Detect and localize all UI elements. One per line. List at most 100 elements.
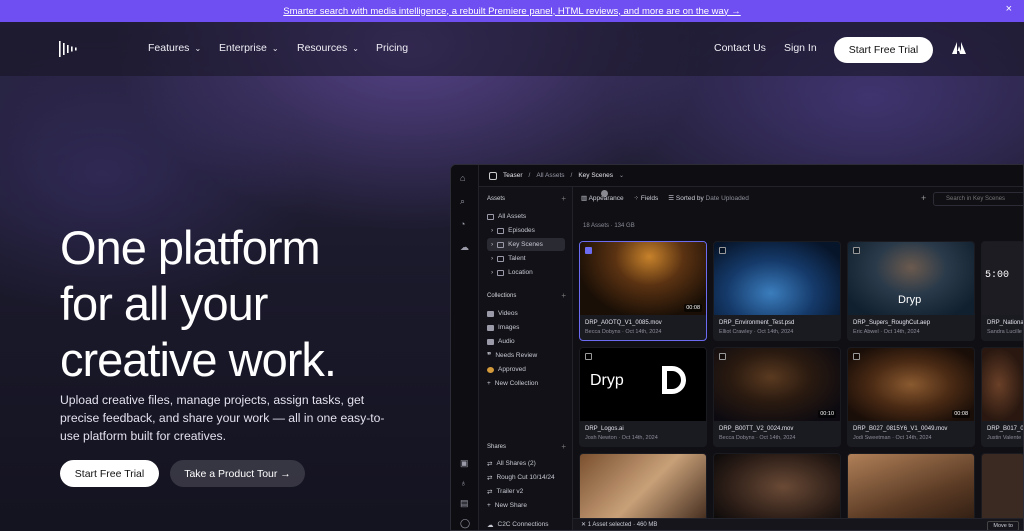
close-icon[interactable]: ✕ [581, 522, 586, 528]
d-logo-icon [662, 366, 686, 394]
sidebar-item-all-shares[interactable]: ⇄ All Shares (2) [487, 457, 536, 470]
avatar-icon[interactable]: ◯ [460, 518, 470, 528]
asset-card[interactable] [847, 453, 975, 523]
asset-card[interactable]: DRP_Environment_Test.psd Elliot Crawley … [713, 241, 841, 341]
asset-thumbnail [848, 454, 974, 522]
adobe-icon[interactable] [952, 41, 966, 55]
sidebar-item-new-share[interactable]: + New Share [487, 499, 527, 512]
inbox-icon[interactable]: ▤ [460, 498, 470, 508]
fields-button[interactable]: ⁘ Fields [634, 194, 659, 202]
chevron-down-icon: ⌄ [271, 44, 279, 53]
sidebar-item-audio[interactable]: Audio [487, 335, 515, 348]
plus-icon: + [487, 380, 491, 387]
sidebar-item-trailer[interactable]: ⇄ Trailer v2 [487, 485, 523, 498]
sidebar-item-approved[interactable]: Approved [487, 363, 526, 376]
asset-card[interactable] [713, 453, 841, 523]
add-icon[interactable]: + [921, 193, 926, 203]
chevron-down-icon[interactable]: ⌄ [619, 172, 624, 179]
sidebar-item-label: Rough Cut 10/14/24 [496, 474, 555, 481]
sidebar-item-location[interactable]: › Location [491, 266, 533, 279]
nav-features[interactable]: Features ⌄ [148, 42, 201, 54]
nav-enterprise[interactable]: Enterprise ⌄ [219, 42, 279, 54]
hero-title-line-3: creative work. [60, 333, 337, 386]
sidebar-item-episodes[interactable]: › Episodes [491, 224, 535, 237]
checkbox[interactable] [585, 353, 592, 360]
asset-meta: Becca Dobyns · Oct 14th, 2024 [585, 329, 662, 335]
search-icon[interactable]: ⌕ [460, 196, 470, 206]
asset-name: DRP_Supers_RoughCut.aep [853, 320, 931, 326]
sidebar-item-needs-review[interactable]: ❞ Needs Review [487, 349, 537, 362]
chevron-down-icon: ⌄ [194, 44, 202, 53]
start-trial-nav-button[interactable]: Start Free Trial [834, 37, 933, 63]
sort-prefix: Sorted by [675, 195, 704, 202]
project-icon [489, 171, 497, 180]
chevron-down-icon: ⌄ [352, 44, 359, 53]
sidebar-item-images[interactable]: Images [487, 321, 519, 334]
asset-card[interactable]: DRP_B017_081 Justin Valente [981, 347, 1023, 447]
asset-card[interactable] [981, 453, 1023, 523]
signin-link[interactable]: Sign In [784, 42, 817, 54]
breadcrumb-key-scenes[interactable]: Key Scenes [578, 172, 613, 179]
asset-card[interactable]: Dryp DRP_Supers_RoughCut.aep Eric Abwel … [847, 241, 975, 341]
sidebar-item-label: Trailer v2 [496, 488, 524, 495]
add-icon[interactable]: + [561, 194, 566, 203]
sidebar-item-videos[interactable]: Videos [487, 307, 518, 320]
asset-card[interactable]: 00:10 DRP_B00TT_V2_0024.mov Becca Dobyns… [713, 347, 841, 447]
breadcrumb-project[interactable]: Teaser [503, 172, 523, 179]
chat-icon[interactable]: ▣ [460, 458, 470, 468]
product-tour-button[interactable]: Take a Product Tour → [170, 460, 305, 487]
contact-link[interactable]: Contact Us [714, 42, 766, 54]
bulb-icon[interactable]: ♁ [460, 478, 470, 488]
sidebar-item-new-collection[interactable]: + New Collection [487, 377, 538, 390]
sidebar-item-rough-cut[interactable]: ⇄ Rough Cut 10/14/24 [487, 471, 555, 484]
search-input[interactable]: Search in Key Scenes [933, 192, 1023, 206]
sidebar-item-c2c[interactable]: ☁ C2C Connections [487, 518, 548, 530]
banner-text[interactable]: Smarter search with media intelligence, … [283, 6, 740, 17]
checkbox[interactable] [585, 247, 592, 254]
home-icon[interactable]: ⌂ [460, 173, 470, 183]
asset-card[interactable]: 5:00 DRP_National Sandra Lucille [981, 241, 1023, 341]
share-icon: ⇄ [487, 474, 493, 482]
folder-icon [497, 255, 505, 262]
close-icon[interactable]: × [1006, 3, 1012, 15]
asset-card[interactable]: 00:08 DRP_B027_0815Y6_V1_0049.mov Jodi S… [847, 347, 975, 447]
selection-bar: ✕ 1 Asset selected · 460 MB Move to [573, 518, 1023, 530]
sidebar-item-all-assets[interactable]: All Assets [487, 210, 526, 223]
duration-badge: 00:10 [818, 410, 836, 418]
checkbox[interactable] [719, 247, 726, 254]
breadcrumb-all-assets[interactable]: All Assets [536, 172, 564, 179]
nav-features-label: Features [148, 42, 190, 54]
brand-logo[interactable] [58, 38, 80, 60]
asset-meta: Eric Abwel · Oct 14th, 2024 [853, 329, 920, 335]
checkbox[interactable] [853, 247, 860, 254]
announcement-banner[interactable]: Smarter search with media intelligence, … [0, 0, 1024, 22]
nav-resources[interactable]: Resources ⌄ [297, 42, 359, 54]
checkbox[interactable] [853, 353, 860, 360]
asset-thumbnail: Dryp [848, 242, 974, 315]
checkbox[interactable] [719, 353, 726, 360]
sidebar-item-talent[interactable]: › Talent [491, 252, 526, 265]
logo-text: Dryp [898, 294, 922, 306]
cursor-indicator [601, 190, 608, 197]
folder-icon [497, 269, 505, 276]
sidebar-item-label: Approved [498, 366, 526, 373]
app-sidebar: Assets + All Assets › Episodes › Key Scene… [479, 187, 573, 530]
asset-card[interactable] [579, 453, 707, 523]
asset-card[interactable]: 00:08 DRP_A0OTQ_V1_0085.mov Becca Dobyns… [579, 241, 707, 341]
move-to-button[interactable]: Move to [987, 521, 1019, 530]
start-trial-button[interactable]: Start Free Trial [60, 460, 159, 487]
bell-icon[interactable]: ◔ [460, 219, 470, 229]
sort-button[interactable]: ☰ Sorted by Date Uploaded [668, 194, 749, 202]
nav-pricing[interactable]: Pricing [376, 42, 408, 54]
asset-name: DRP_Environment_Test.psd [719, 320, 795, 326]
cloud-icon[interactable]: ☁ [460, 242, 470, 252]
sort-value: Date Uploaded [705, 195, 749, 202]
add-icon[interactable]: + [561, 442, 566, 451]
sidebar-item-key-scenes[interactable]: › Key Scenes [487, 238, 565, 251]
asset-thumbnail: 00:10 [714, 348, 840, 421]
asset-meta: Elliot Crawley · Oct 14th, 2024 [719, 329, 794, 335]
chevron-right-icon: › [491, 227, 494, 234]
asset-count: 18 Assets · 134 GB [583, 223, 635, 229]
asset-card[interactable]: Dryp DRP_Logos.ai Josh Newton · Oct 14th… [579, 347, 707, 447]
add-icon[interactable]: + [561, 291, 566, 300]
